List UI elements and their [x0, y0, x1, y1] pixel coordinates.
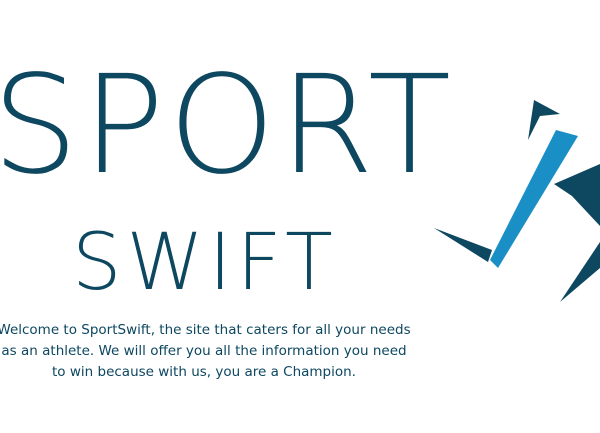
- runner-wing-shape: [554, 164, 600, 226]
- brand-title-swift: SWIFT: [72, 218, 338, 308]
- welcome-paragraph: Welcome to SportSwift, the site that cat…: [0, 322, 411, 380]
- runner-foot-shape: [434, 228, 492, 262]
- runner-body-shape: [490, 130, 578, 268]
- brand-title-sport: SPORT: [0, 47, 456, 205]
- landing-page: SPORT SWIFT Welcome to SportSwift, the s…: [0, 0, 600, 433]
- runner-icon: [434, 100, 600, 302]
- runner-leg-shape: [560, 242, 600, 302]
